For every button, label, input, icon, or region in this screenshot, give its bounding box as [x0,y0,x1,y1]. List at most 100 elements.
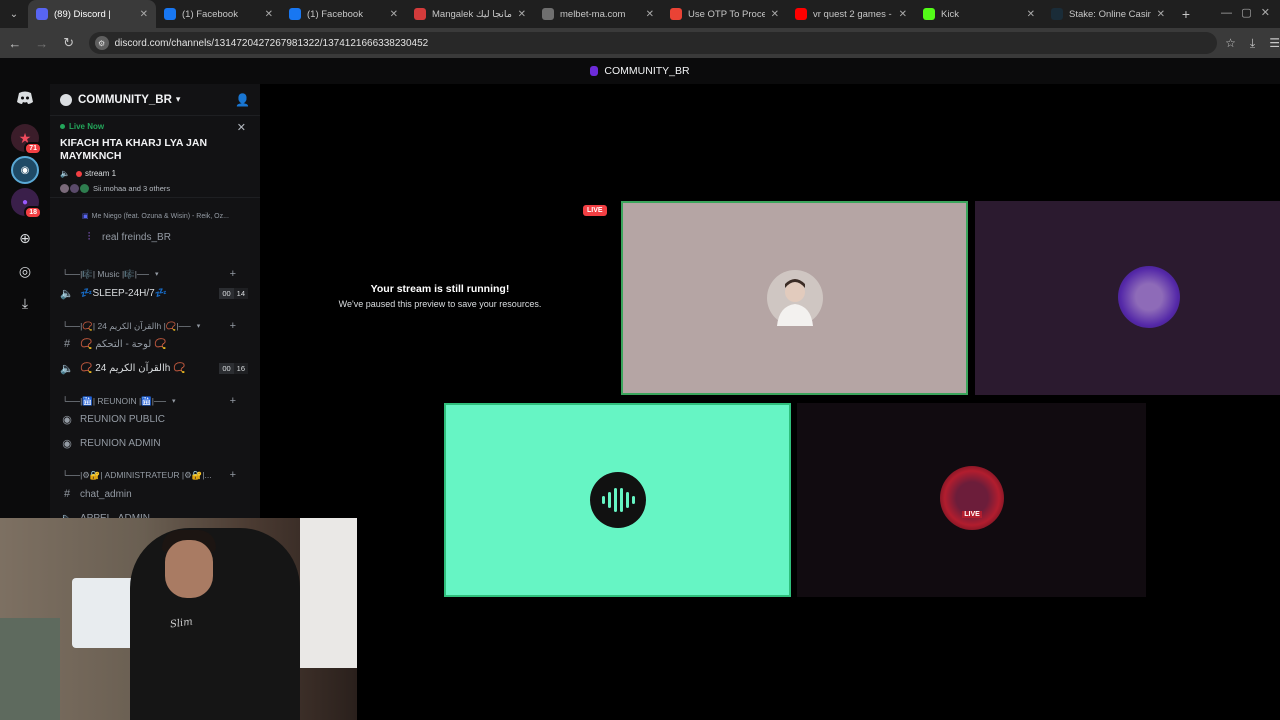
paused-preview-message: Your stream is still running! We've paus… [325,283,555,309]
close-tab-icon[interactable]: ✕ [771,9,779,20]
close-tab-icon[interactable]: ✕ [518,9,526,20]
category-reunion[interactable]: └──|🛗| REUNOIN |🛗|── ▾ + [62,395,248,407]
close-tab-icon[interactable]: ✕ [1157,9,1165,20]
site-info-icon[interactable]: ⚙ [94,36,109,50]
tab-favicon-icon [414,8,426,20]
reload-icon[interactable]: ↻ [57,35,81,51]
server-icon [590,66,599,76]
discord-home-icon[interactable] [11,84,39,112]
discord-title-strip: COMMUNITY_BR [0,58,1280,84]
browser-tab[interactable]: (1) Facebook ✕ [156,0,281,28]
channel-label: REUNION ADMIN [80,438,161,449]
download-icon[interactable]: ⤓ [1250,36,1255,51]
back-arrow-icon[interactable]: ← [3,36,27,51]
browser-tab[interactable]: Mangalek مانجا ليك ✕ [406,0,534,28]
channel-chat-admin[interactable]: # chat_admin [60,488,248,500]
close-tab-icon[interactable]: ✕ [899,9,907,20]
browser-tab-bar: ⌄ (89) Discord | ✕ (1) Facebook ✕ (1) Facebo… [0,0,1280,28]
browser-tab[interactable]: (89) Discord | ✕ [28,0,156,28]
download-apps-icon[interactable]: ⤓ [11,289,39,317]
channel-label: chat_admin [80,488,132,500]
add-channel-plus-icon[interactable]: + [230,268,236,280]
live-now-label: Live Now [69,122,105,131]
tab-favicon-icon [1051,8,1063,20]
close-tab-icon[interactable]: ✕ [1027,9,1035,20]
add-channel-plus-icon[interactable]: + [230,395,236,407]
tab-favicon-icon [36,8,48,20]
speaker-icon: 🔈 [60,288,74,300]
category-administrateur[interactable]: └──|⚙🔐| ADMINISTRATEUR |⚙🔐|... + [62,469,248,481]
channel-quran-text[interactable]: # 📿 لوحة - التحكم 📿 [60,338,248,350]
browser-tab[interactable]: Kick ✕ [915,0,1043,28]
close-tab-icon[interactable]: ✕ [390,9,398,20]
activity-text: Me Niego (feat. Ozuna & Wisin) - Reik, O… [91,212,229,220]
discover-compass-icon[interactable]: ◎ [11,257,39,285]
channel-label: 📿 القرآن الكريم 24h 📿 [80,363,186,374]
close-icon[interactable]: ✕ [237,121,246,134]
webcam-face [165,540,213,598]
server-icon-2[interactable]: ◉ [11,156,39,184]
tab-title: (1) Facebook [307,8,363,20]
channel-reunion-admin[interactable]: ◉ REUNION ADMIN [60,437,248,450]
extensions-icon[interactable]: ☰ [1269,36,1280,51]
browser-tab[interactable]: Stake: Online Casino ✕ [1043,0,1173,28]
chevron-down-icon: ▾ [155,271,159,278]
chevron-down-icon: ▾ [175,94,181,104]
window-controls[interactable]: — ▢ ✕ [1221,6,1270,19]
server-icon-community-br[interactable]: ● 18 [11,188,42,219]
bookmark-star-icon[interactable]: ☆ [1225,36,1236,51]
tab-title: Mangalek مانجا ليك [432,8,512,20]
add-channel-plus-icon[interactable]: + [230,320,236,332]
stage-broadcast-icon: ◉ [62,438,72,450]
user-count-badge: 00 14 [219,288,248,299]
close-tab-icon[interactable]: ✕ [265,9,273,20]
category-label: └──|🛗| REUNOIN |🛗|── [62,395,167,406]
category-music[interactable]: └──|🎼| Music |🎼|── ▾ + [62,268,248,280]
hashtag-icon: # [63,338,71,350]
channel-label: 💤SLEEP-24H/7💤 [80,288,168,299]
channel-quran-voice[interactable]: 🔈 📿 القرآن الكريم 24h 📿 00 16 [60,362,248,375]
invite-people-icon[interactable]: 👤 [235,93,250,107]
webcam-overlay: Slim [0,518,357,720]
server-icon-1[interactable]: ★ 71 [11,124,42,155]
browser-tab[interactable]: melbet-ma.com ✕ [534,0,662,28]
add-server-icon[interactable]: ⊕ [11,224,39,252]
live-now-card[interactable]: Live Now ✕ KIFACH HTA KHARJ LYA JAN MAYM… [50,116,260,198]
speaker-icon: 🔈 [60,169,70,178]
count-current: 00 [219,363,234,374]
close-tab-icon[interactable]: ✕ [140,9,148,20]
url-field[interactable]: ⚙ discord.com/channels/13147204272679813… [88,32,1218,54]
browser-tab[interactable]: vr quest 2 games - Yo ✕ [787,0,915,28]
tab-favicon-icon [795,8,807,20]
url-text: discord.com/channels/1314720427267981322… [114,37,429,49]
channel-sleep[interactable]: 🔈 💤SLEEP-24H/7💤 00 14 [60,287,248,300]
server-header[interactable]: COMMUNITY_BR ▾ 👤 [50,84,260,116]
live-red-dot-icon [75,170,82,177]
close-tab-icon[interactable]: ✕ [646,9,654,20]
stream-channel-name: stream 1 [84,169,117,178]
category-quran[interactable]: └──|📿| القرآن الكريم 24h |📿|── ▾ + [62,320,248,332]
tab-title: (1) Facebook [182,8,238,20]
voice-user-real-friends[interactable]: ⫶ real freinds_BR [82,231,260,244]
hashtag-icon: # [63,488,71,500]
new-tab-plus-icon[interactable]: + [1173,6,1199,22]
live-participants-text: Sii.mohaa and 3 others [93,184,171,193]
paused-title: Your stream is still running! [370,283,510,295]
browser-tab[interactable]: (1) Facebook ✕ [281,0,406,28]
avatar [1118,266,1180,328]
add-channel-plus-icon[interactable]: + [230,469,236,481]
tab-favicon-icon [542,8,554,20]
forward-arrow-icon[interactable]: → [30,36,54,51]
voice-stage [260,84,1280,720]
browser-tab[interactable]: Use OTP To Proceed ✕ [662,0,787,28]
server-name: COMMUNITY_BR [78,93,172,106]
channel-label: REUNION PUBLIC [80,414,166,425]
tab-search-chevron-icon[interactable]: ⌄ [0,0,28,28]
count-current: 00 [219,288,234,299]
count-limit: 14 [233,288,248,299]
audio-wave-icon: ⫶ [87,231,91,243]
browser-address-bar: ← → ↻ ⚙ discord.com/channels/13147204272… [0,28,1280,58]
live-dot-icon [60,124,65,129]
live-stream-title: KIFACH HTA KHARJ LYA JAN MAYMKNCH [60,137,208,162]
channel-reunion-public[interactable]: ◉ REUNION PUBLIC [60,413,248,426]
